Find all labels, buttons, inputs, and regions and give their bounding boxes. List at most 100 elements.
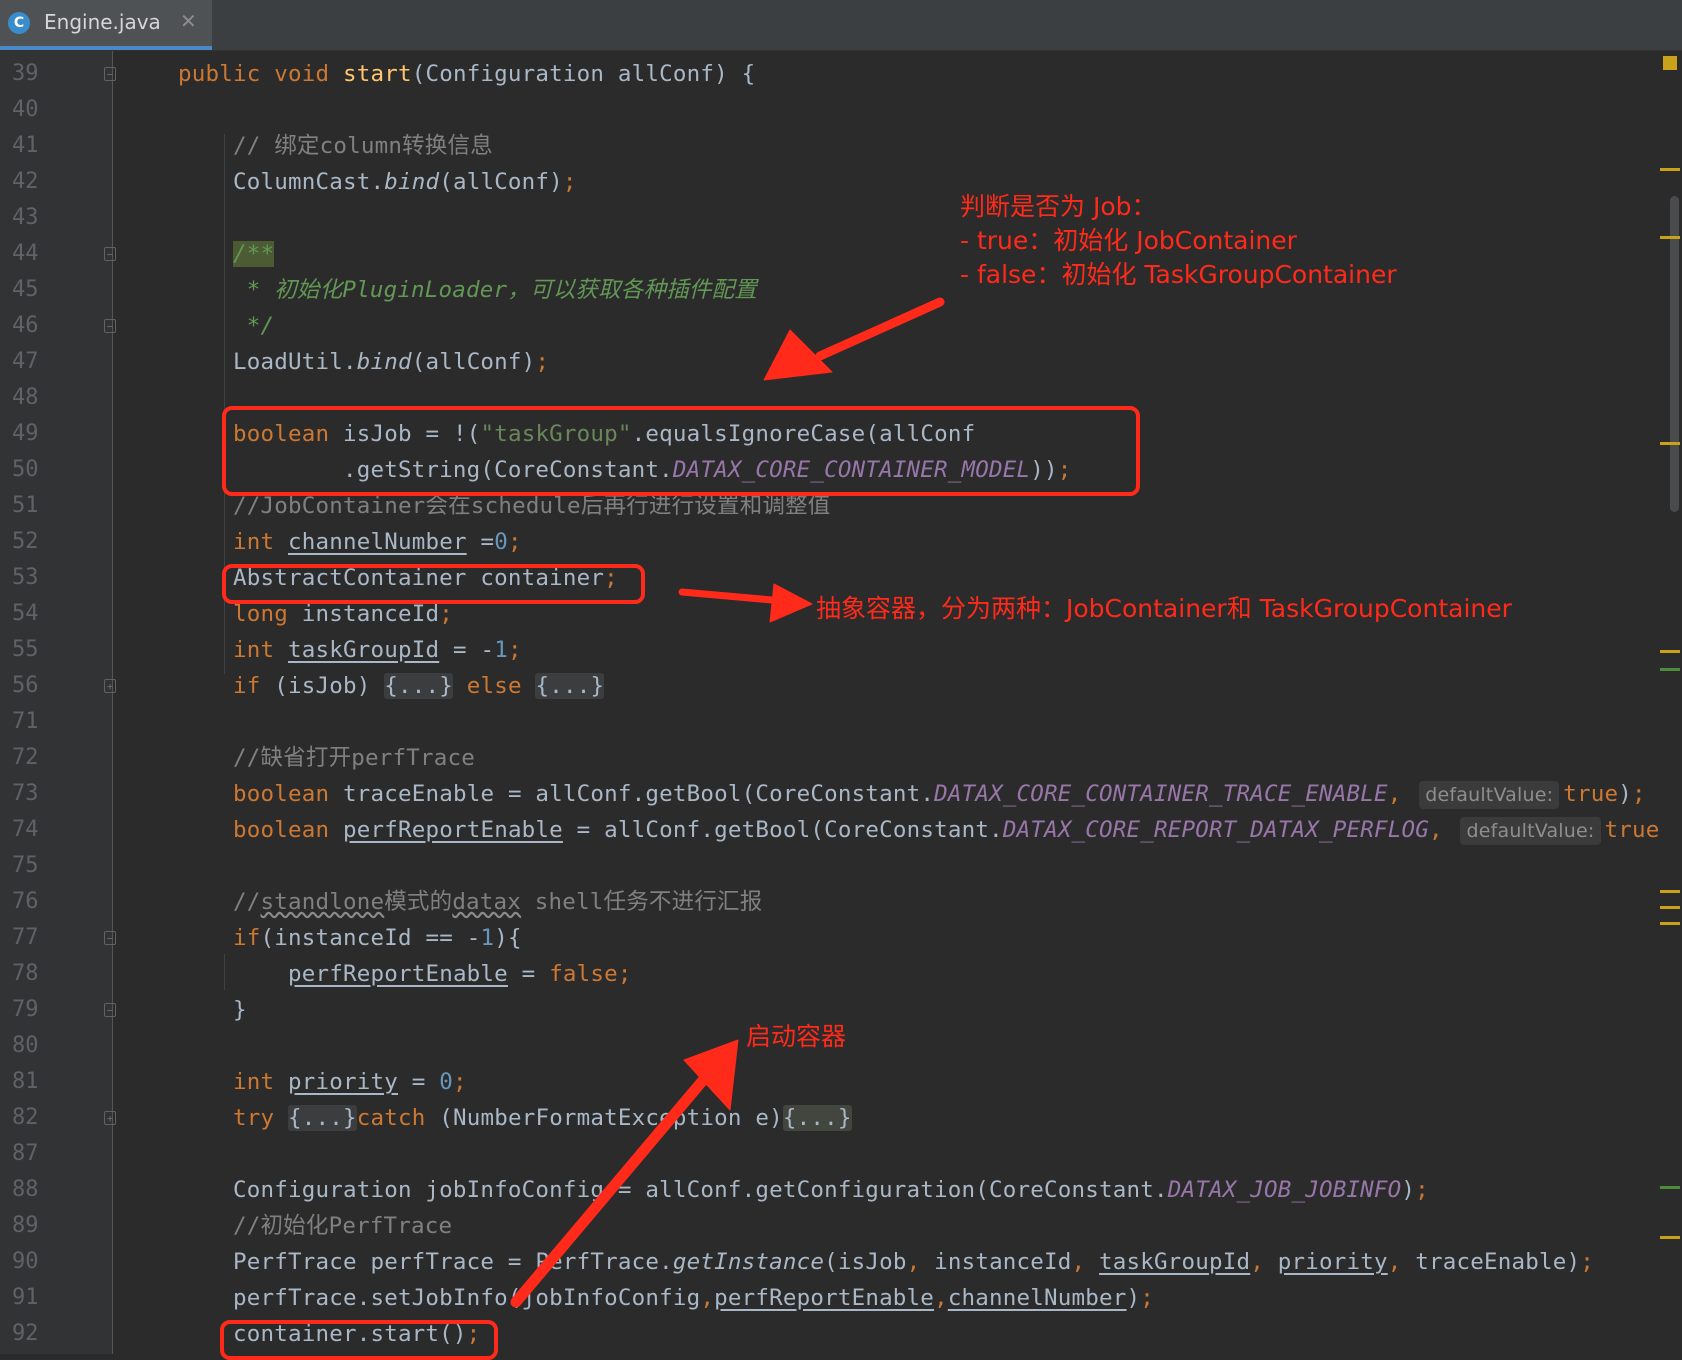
code-token: taskGroupId <box>1099 1249 1251 1275</box>
code-text[interactable]: // 绑定column转换信息 <box>178 128 493 164</box>
code-line[interactable]: 72 //缺省打开perfTrace <box>0 740 1660 776</box>
code-text[interactable]: ColumnCast.bind(allConf); <box>178 164 577 200</box>
parameter-hint: defaultValue: <box>1460 817 1601 845</box>
code-text[interactable]: container.start(); <box>178 1316 480 1352</box>
code-text[interactable]: //初始化PerfTrace <box>178 1208 452 1244</box>
code-line[interactable]: 44 − /** <box>0 236 1660 272</box>
code-text[interactable]: boolean perfReportEnable = allConf.getBo… <box>178 812 1660 848</box>
folded-block[interactable]: {...} <box>384 673 453 699</box>
line-number: 39 <box>12 61 39 86</box>
code-line[interactable]: 88 Configuration jobInfoConfig = allConf… <box>0 1172 1660 1208</box>
code-token: public void <box>178 61 343 87</box>
code-line[interactable]: 55 int taskGroupId = -1; <box>0 632 1660 668</box>
folded-block[interactable]: {...} <box>535 673 605 699</box>
code-line[interactable]: 51 //JobContainer会在schedule后再行进行设置和调整值 <box>0 488 1660 524</box>
code-line[interactable]: 49 boolean isJob = !("taskGroup".equalsI… <box>0 416 1660 452</box>
code-text[interactable]: * 初始化PluginLoader，可以获取各种插件配置 <box>178 272 757 308</box>
folded-block[interactable]: {...} <box>288 1105 357 1131</box>
fold-collapse-icon[interactable]: − <box>104 247 116 261</box>
code-text[interactable]: long instanceId; <box>178 596 453 632</box>
code-line[interactable]: 73 boolean traceEnable = allConf.getBool… <box>0 776 1660 812</box>
code-token: int <box>233 637 288 663</box>
code-line[interactable]: 46 − */ <box>0 308 1660 344</box>
line-number: 42 <box>12 169 39 194</box>
fold-collapse-icon[interactable]: − <box>104 1003 116 1017</box>
code-line[interactable]: 90 PerfTrace perfTrace = PerfTrace.getIn… <box>0 1244 1660 1280</box>
code-line[interactable]: 39 − public void start(Configuration allCo… <box>0 56 1660 92</box>
code-line[interactable]: 47 LoadUtil.bind(allConf); <box>0 344 1660 380</box>
tab-engine-java[interactable]: C Engine.java ✕ <box>0 0 212 50</box>
code-text[interactable]: if(instanceId == -1){ <box>178 920 522 956</box>
code-text[interactable]: public void start(Configuration allConf)… <box>178 56 755 92</box>
code-line[interactable]: 76 //standlone模式的datax shell任务不进行汇报 <box>0 884 1660 920</box>
code-line[interactable]: 52 int channelNumber =0; <box>0 524 1660 560</box>
code-text[interactable]: int priority = 0; <box>178 1064 467 1100</box>
code-line[interactable]: 75 <box>0 848 1660 884</box>
fold-expand-icon[interactable]: + <box>104 1111 116 1125</box>
code-line[interactable]: 42 ColumnCast.bind(allConf); <box>0 164 1660 200</box>
code-token: , <box>906 1249 935 1275</box>
code-token: (isJob) <box>274 673 385 699</box>
code-text[interactable]: int taskGroupId = -1; <box>178 632 522 668</box>
code-token: ，可以获取各种插件配置 <box>507 277 757 303</box>
line-number: 45 <box>12 277 39 302</box>
code-line[interactable]: 56 + if (isJob) {...} else {...} <box>0 668 1660 704</box>
code-line[interactable]: 45 * 初始化PluginLoader，可以获取各种插件配置 <box>0 272 1660 308</box>
code-text[interactable]: } <box>178 992 247 1028</box>
fold-collapse-icon[interactable]: − <box>104 67 116 81</box>
folded-block[interactable]: {...} <box>782 1105 852 1131</box>
code-text[interactable]: /** <box>178 236 275 272</box>
fold-expand-icon[interactable]: + <box>104 679 116 693</box>
fold-collapse-icon[interactable]: − <box>104 319 116 333</box>
code-token: ; <box>452 1069 467 1095</box>
code-line[interactable]: 50 .getString(CoreConstant.DATAX_CORE_CO… <box>0 452 1660 488</box>
code-line[interactable]: 89 //初始化PerfTrace <box>0 1208 1660 1244</box>
code-line[interactable]: 41 // 绑定column转换信息 <box>0 128 1660 164</box>
code-token: // 绑定column转换信息 <box>178 133 493 159</box>
code-text[interactable]: if (isJob) {...} else {...} <box>178 668 605 704</box>
code-token: instanceId <box>934 1249 1072 1275</box>
code-line[interactable]: 43 <box>0 200 1660 236</box>
code-line[interactable]: 77 − if(instanceId == -1){ <box>0 920 1660 956</box>
code-line[interactable]: 92 container.start(); <box>0 1316 1660 1352</box>
code-text[interactable]: //缺省打开perfTrace <box>178 740 475 776</box>
code-text[interactable]: perfReportEnable = false; <box>178 956 632 992</box>
code-text[interactable]: boolean traceEnable = allConf.getBool(Co… <box>178 776 1646 812</box>
code-line[interactable]: 91 perfTrace.setJobInfo(jobInfoConfig,pe… <box>0 1280 1660 1316</box>
line-number: 89 <box>12 1213 39 1238</box>
code-text[interactable]: AbstractContainer container; <box>178 560 618 596</box>
fold-collapse-icon[interactable]: − <box>104 931 116 945</box>
code-text[interactable]: perfTrace.setJobInfo(jobInfoConfig,perfR… <box>178 1280 1154 1316</box>
close-icon[interactable]: ✕ <box>180 9 197 33</box>
code-token: ; <box>439 601 453 627</box>
code-text[interactable]: LoadUtil.bind(allConf); <box>178 344 549 380</box>
code-text[interactable]: //JobContainer会在schedule后再行进行设置和调整值 <box>178 488 831 524</box>
code-line[interactable]: 78 perfReportEnable = false; <box>0 956 1660 992</box>
code-line[interactable]: 74 boolean perfReportEnable = allConf.ge… <box>0 812 1660 848</box>
code-token: //初始化PerfTrace <box>178 1213 453 1239</box>
code-text[interactable]: boolean isJob = !("taskGroup".equalsIgno… <box>178 416 975 452</box>
code-token: LoadUtil. <box>178 349 357 375</box>
warning-marker[interactable] <box>1663 56 1677 70</box>
code-text[interactable]: Configuration jobInfoConfig = allConf.ge… <box>178 1172 1429 1208</box>
code-text[interactable]: //standlone模式的datax shell任务不进行汇报 <box>178 884 762 920</box>
code-line[interactable]: 53 AbstractContainer container; <box>0 560 1660 596</box>
code-line[interactable]: 71 <box>0 704 1660 740</box>
code-token: ; <box>1140 1285 1155 1311</box>
code-text[interactable]: try {...}catch (NumberFormatException e)… <box>178 1100 852 1136</box>
code-text[interactable]: .getString(CoreConstant.DATAX_CORE_CONTA… <box>178 452 1072 488</box>
code-token: = allConf.getBool(CoreConstant. <box>562 817 1003 843</box>
code-line[interactable]: 40 <box>0 92 1660 128</box>
code-token: (Configuration allConf) { <box>411 61 756 87</box>
code-text[interactable]: int channelNumber =0; <box>178 524 522 560</box>
code-text[interactable]: PerfTrace perfTrace = PerfTrace.getInsta… <box>178 1244 1594 1280</box>
code-line[interactable]: 82 + try {...}catch (NumberFormatExceptio… <box>0 1100 1660 1136</box>
code-line[interactable]: 87 <box>0 1136 1660 1172</box>
code-text[interactable]: */ <box>178 308 274 344</box>
scrollbar[interactable] <box>1670 196 1679 512</box>
code-line[interactable]: 48 <box>0 380 1660 416</box>
code-line[interactable]: 81 int priority = 0; <box>0 1064 1660 1100</box>
line-number: 48 <box>12 385 39 410</box>
